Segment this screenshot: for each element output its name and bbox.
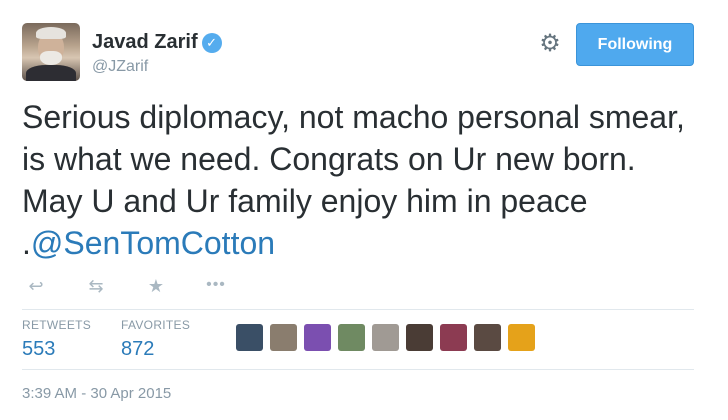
- author-name[interactable]: Javad Zarif: [92, 31, 198, 54]
- favoriter-avatar[interactable]: [236, 324, 263, 351]
- favoriter-avatar[interactable]: [440, 324, 467, 351]
- favorites-label: FAVORITES: [121, 318, 191, 332]
- author-name-row[interactable]: Javad Zarif ✓: [92, 31, 222, 54]
- divider-top: [22, 309, 694, 310]
- more-icon[interactable]: •••: [202, 276, 230, 296]
- retweet-icon[interactable]: ⇆: [82, 276, 110, 296]
- favorites-stat[interactable]: FAVORITES 872: [121, 318, 190, 361]
- favoriter-avatar[interactable]: [474, 324, 501, 351]
- mention-link[interactable]: @SenTomCotton: [31, 225, 275, 261]
- favoriter-avatar[interactable]: [304, 324, 331, 351]
- favoriter-avatars: [236, 324, 535, 351]
- divider-bottom: [22, 369, 694, 370]
- retweets-label: RETWEETS: [22, 318, 92, 332]
- tweet-timestamp[interactable]: 3:39 AM - 30 Apr 2015: [22, 385, 171, 402]
- reply-icon[interactable]: ↩: [22, 276, 50, 296]
- favoriter-avatar[interactable]: [270, 324, 297, 351]
- favoriter-avatar[interactable]: [508, 324, 535, 351]
- avatar-beard: [40, 51, 62, 65]
- tweet-actions: ↩ ⇆ ★ •••: [22, 276, 262, 296]
- verified-badge-icon: ✓: [201, 32, 222, 53]
- favoriter-avatar[interactable]: [406, 324, 433, 351]
- author-avatar[interactable]: [22, 23, 80, 81]
- avatar-suit: [26, 65, 76, 81]
- gear-icon[interactable]: ⚙: [538, 32, 562, 56]
- retweets-count[interactable]: 553: [22, 338, 91, 361]
- favorites-count[interactable]: 872: [121, 338, 190, 361]
- avatar-hair: [36, 27, 66, 39]
- author-handle[interactable]: @JZarif: [92, 58, 148, 76]
- tweet-text: Serious diplomacy, not macho personal sm…: [22, 96, 702, 264]
- favoriter-avatar[interactable]: [372, 324, 399, 351]
- favorite-icon[interactable]: ★: [142, 276, 170, 296]
- retweets-stat[interactable]: RETWEETS 553: [22, 318, 91, 361]
- following-button[interactable]: Following: [576, 23, 694, 66]
- favoriter-avatar[interactable]: [338, 324, 365, 351]
